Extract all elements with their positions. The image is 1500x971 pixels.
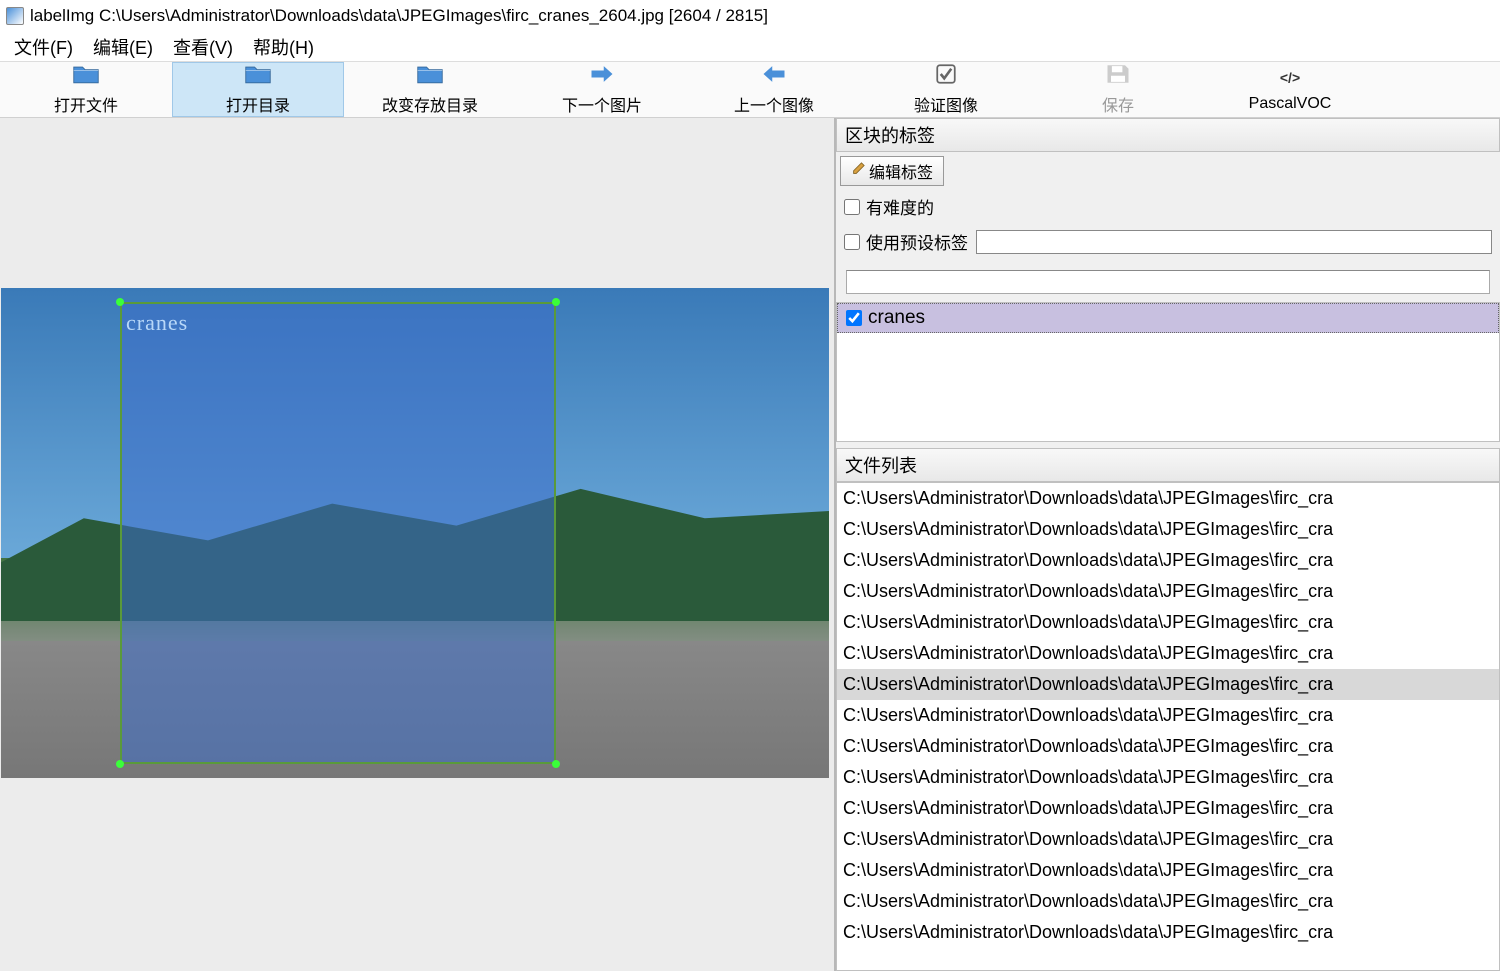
- file-list-item[interactable]: C:\Users\Administrator\Downloads\data\JP…: [837, 824, 1499, 855]
- file-list[interactable]: C:\Users\Administrator\Downloads\data\JP…: [836, 482, 1500, 971]
- toolbar-open-file-button[interactable]: 打开文件: [0, 62, 172, 117]
- block-label-header: 区块的标签: [836, 118, 1500, 152]
- menu-file[interactable]: 文件(F): [4, 32, 83, 62]
- arrow-right-icon: [588, 63, 616, 90]
- bbox-handle-bottom-left[interactable]: [116, 760, 124, 768]
- arrow-left-icon: [760, 63, 788, 90]
- file-list-item[interactable]: C:\Users\Administrator\Downloads\data\JP…: [837, 917, 1499, 948]
- file-list-item[interactable]: C:\Users\Administrator\Downloads\data\JP…: [837, 886, 1499, 917]
- file-list-item[interactable]: C:\Users\Administrator\Downloads\data\JP…: [837, 762, 1499, 793]
- label-list[interactable]: cranes: [836, 302, 1500, 442]
- file-list-item[interactable]: C:\Users\Administrator\Downloads\data\JP…: [837, 576, 1499, 607]
- file-list-item[interactable]: C:\Users\Administrator\Downloads\data\JP…: [837, 731, 1499, 762]
- folder-icon: [72, 63, 100, 90]
- toolbar-save-button: 保存: [1032, 62, 1204, 117]
- folder-icon: [244, 63, 272, 90]
- bbox-handle-bottom-right[interactable]: [552, 760, 560, 768]
- menu-help[interactable]: 帮助(H): [243, 32, 324, 62]
- toolbar-change-save-dir-label: 改变存放目录: [382, 92, 478, 116]
- toolbar-save-label: 保存: [1102, 92, 1134, 116]
- check-icon: [932, 63, 960, 90]
- bounding-box[interactable]: [120, 302, 556, 764]
- label-search-input[interactable]: [846, 270, 1490, 294]
- file-list-item[interactable]: C:\Users\Administrator\Downloads\data\JP…: [837, 483, 1499, 514]
- pencil-icon: [851, 162, 865, 181]
- label-list-item[interactable]: cranes: [837, 303, 1499, 333]
- file-list-item[interactable]: C:\Users\Administrator\Downloads\data\JP…: [837, 638, 1499, 669]
- toolbar-format-label: PascalVOC: [1249, 95, 1332, 113]
- toolbar-verify-image-label: 验证图像: [914, 92, 978, 116]
- toolbar-next-image-label: 下一个图片: [562, 92, 642, 116]
- use-default-label-row[interactable]: 使用预设标签: [844, 229, 968, 254]
- file-list-item[interactable]: C:\Users\Administrator\Downloads\data\JP…: [837, 793, 1499, 824]
- toolbar-prev-image-label: 上一个图像: [734, 92, 814, 116]
- save-icon: [1104, 63, 1132, 90]
- app-icon: [6, 7, 24, 25]
- label-name: cranes: [868, 307, 925, 329]
- bbox-handle-top-left[interactable]: [116, 298, 124, 306]
- menubar: 文件(F)编辑(E)查看(V)帮助(H): [0, 32, 1500, 62]
- toolbar: 打开文件 打开目录 改变存放目录 下一个图片 上一个图像 验证图像 保存 </> PascalV…: [0, 62, 1500, 118]
- toolbar-next-image-button[interactable]: 下一个图片: [516, 62, 688, 117]
- titlebar: labelImg C:\Users\Administrator\Download…: [0, 0, 1500, 32]
- file-list-item[interactable]: C:\Users\Administrator\Downloads\data\JP…: [837, 545, 1499, 576]
- label-checkbox[interactable]: [846, 310, 862, 326]
- toolbar-format-button[interactable]: </> PascalVOC: [1204, 62, 1376, 117]
- toolbar-verify-image-button[interactable]: 验证图像: [860, 62, 1032, 117]
- file-list-item[interactable]: C:\Users\Administrator\Downloads\data\JP…: [837, 855, 1499, 886]
- edit-label-button[interactable]: 编辑标签: [840, 156, 944, 186]
- difficult-checkbox[interactable]: [844, 199, 860, 215]
- file-list-item[interactable]: C:\Users\Administrator\Downloads\data\JP…: [837, 669, 1499, 700]
- menu-view[interactable]: 查看(V): [163, 32, 243, 62]
- label-search-row: [836, 264, 1500, 302]
- file-list-item[interactable]: C:\Users\Administrator\Downloads\data\JP…: [837, 607, 1499, 638]
- use-default-label-checkbox[interactable]: [844, 234, 860, 250]
- menu-edit[interactable]: 编辑(E): [83, 32, 163, 62]
- main-area: cranes 区块的标签 编辑标签 有难度的 使用预设标签: [0, 118, 1500, 971]
- toolbar-change-save-dir-button[interactable]: 改变存放目录: [344, 62, 516, 117]
- svg-text:</>: </>: [1280, 69, 1300, 85]
- difficult-label: 有难度的: [866, 194, 934, 219]
- file-list-item[interactable]: C:\Users\Administrator\Downloads\data\JP…: [837, 700, 1499, 731]
- side-panel: 区块的标签 编辑标签 有难度的 使用预设标签 cranes 文件列表 C:\U: [834, 118, 1500, 971]
- toolbar-prev-image-button[interactable]: 上一个图像: [688, 62, 860, 117]
- code-icon: </>: [1276, 66, 1304, 93]
- bbox-handle-top-right[interactable]: [552, 298, 560, 306]
- edit-label-text: 编辑标签: [869, 159, 933, 183]
- canvas-area[interactable]: cranes: [0, 118, 834, 971]
- bounding-box-label: cranes: [126, 310, 188, 336]
- toolbar-open-dir-label: 打开目录: [226, 92, 290, 116]
- default-label-input[interactable]: [976, 230, 1492, 254]
- toolbar-open-dir-button[interactable]: 打开目录: [172, 62, 344, 117]
- file-list-item[interactable]: C:\Users\Administrator\Downloads\data\JP…: [837, 514, 1499, 545]
- difficult-checkbox-row[interactable]: 有难度的: [836, 190, 1500, 223]
- use-default-label-text: 使用预设标签: [866, 229, 968, 254]
- preset-label-row: 使用预设标签: [836, 223, 1500, 264]
- window-title: labelImg C:\Users\Administrator\Download…: [30, 6, 768, 26]
- toolbar-open-file-label: 打开文件: [54, 92, 118, 116]
- file-list-header: 文件列表: [836, 448, 1500, 482]
- folder-icon: [416, 63, 444, 90]
